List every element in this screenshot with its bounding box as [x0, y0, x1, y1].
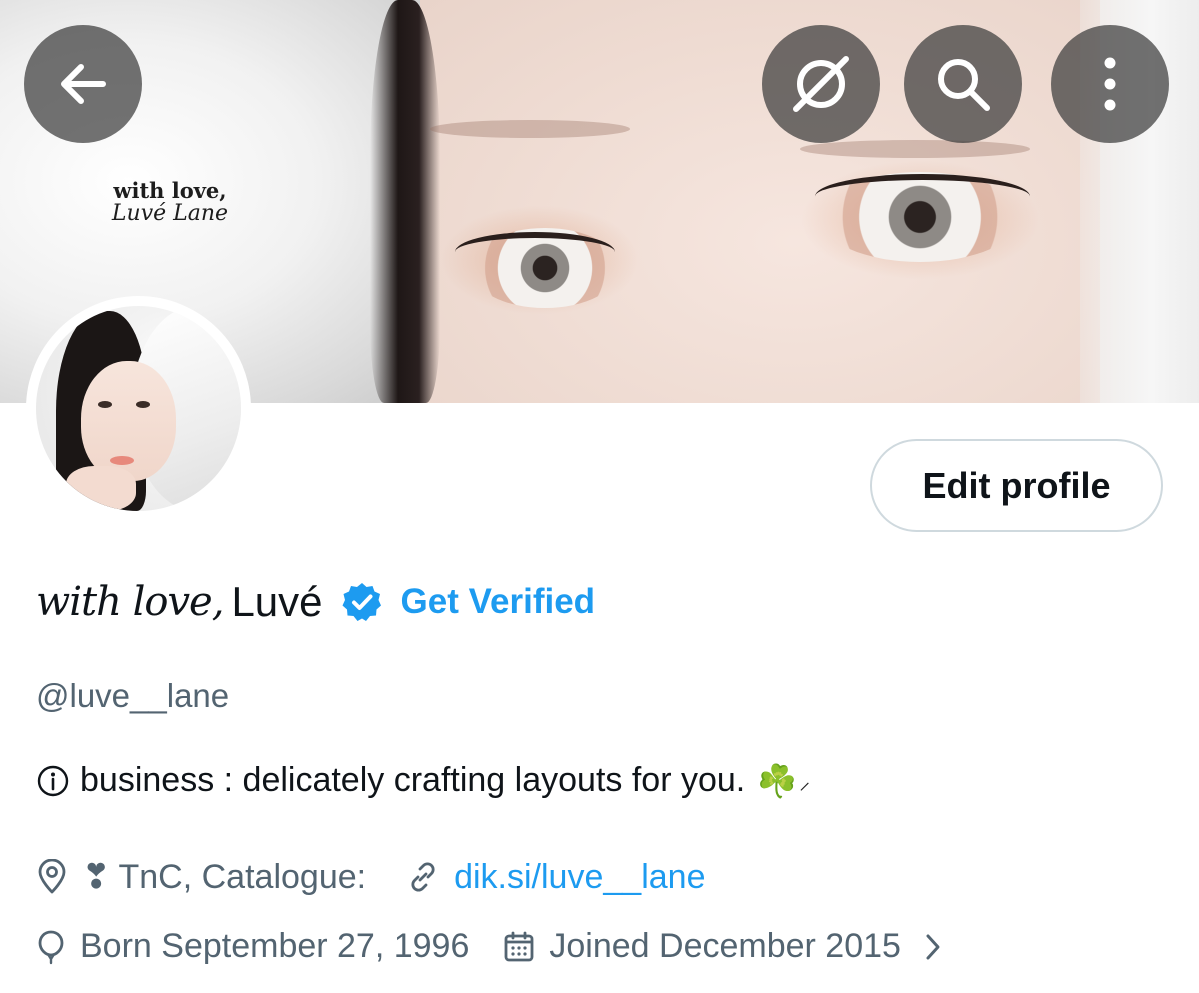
- bio-text: business : delicately crafting layouts f…: [80, 761, 746, 799]
- banner-hair: [370, 0, 440, 403]
- avatar[interactable]: [26, 296, 251, 521]
- birth-date: Born September 27, 1996: [80, 927, 470, 965]
- avatar-image: [36, 306, 241, 511]
- location-text: TnC, Catalogue:: [118, 857, 367, 896]
- banner-brow-right: [800, 140, 1030, 158]
- back-arrow-icon: [61, 64, 106, 104]
- get-verified-link[interactable]: Get Verified: [401, 582, 596, 622]
- profile-meta-row-1: ❣ TnC, Catalogue: dik.si/luve__lane: [36, 857, 705, 897]
- verified-badge-icon[interactable]: [341, 581, 383, 623]
- location-heart-glyph: ❣: [82, 858, 111, 896]
- display-name-italic: with love,: [36, 579, 224, 625]
- banner-signature: with love, Luvé Lane: [95, 180, 245, 225]
- chevron-right-icon[interactable]: [923, 932, 943, 962]
- display-name: Luvé: [231, 578, 323, 625]
- edit-profile-button[interactable]: Edit profile: [870, 439, 1163, 532]
- profile-meta-row-2: Born September 27, 1996 Joined December …: [36, 927, 943, 966]
- info-circle-icon: [36, 764, 70, 798]
- more-button[interactable]: [1051, 25, 1169, 143]
- slash-circle-icon: [793, 56, 849, 112]
- search-button[interactable]: [904, 25, 1022, 143]
- banner-lash-right: [815, 174, 1030, 219]
- bio: business : delicately crafting layouts f…: [36, 761, 810, 800]
- clover-emoji: ☘️: [757, 762, 798, 799]
- grok-button[interactable]: [762, 25, 880, 143]
- location-pin-icon: [36, 859, 68, 895]
- balloon-icon: [36, 929, 66, 965]
- back-button[interactable]: [24, 25, 142, 143]
- username-handle: @luve__lane: [36, 677, 230, 714]
- calendar-icon: [503, 931, 535, 963]
- banner-lash-left: [455, 232, 615, 272]
- profile-website-link[interactable]: dik.si/luve__lane: [454, 858, 705, 897]
- banner-signature-line1: with love,: [113, 178, 227, 203]
- join-date: Joined December 2015: [549, 927, 901, 965]
- banner-brow-left: [430, 120, 630, 138]
- display-name-row: with love, Luvé Get Verified: [36, 572, 595, 632]
- sparkle-glyph: ⸝: [799, 768, 811, 794]
- more-vertical-icon: [1104, 57, 1116, 111]
- banner-signature-line2: Luvé Lane: [111, 201, 229, 226]
- search-icon: [938, 59, 990, 111]
- link-icon: [406, 860, 440, 894]
